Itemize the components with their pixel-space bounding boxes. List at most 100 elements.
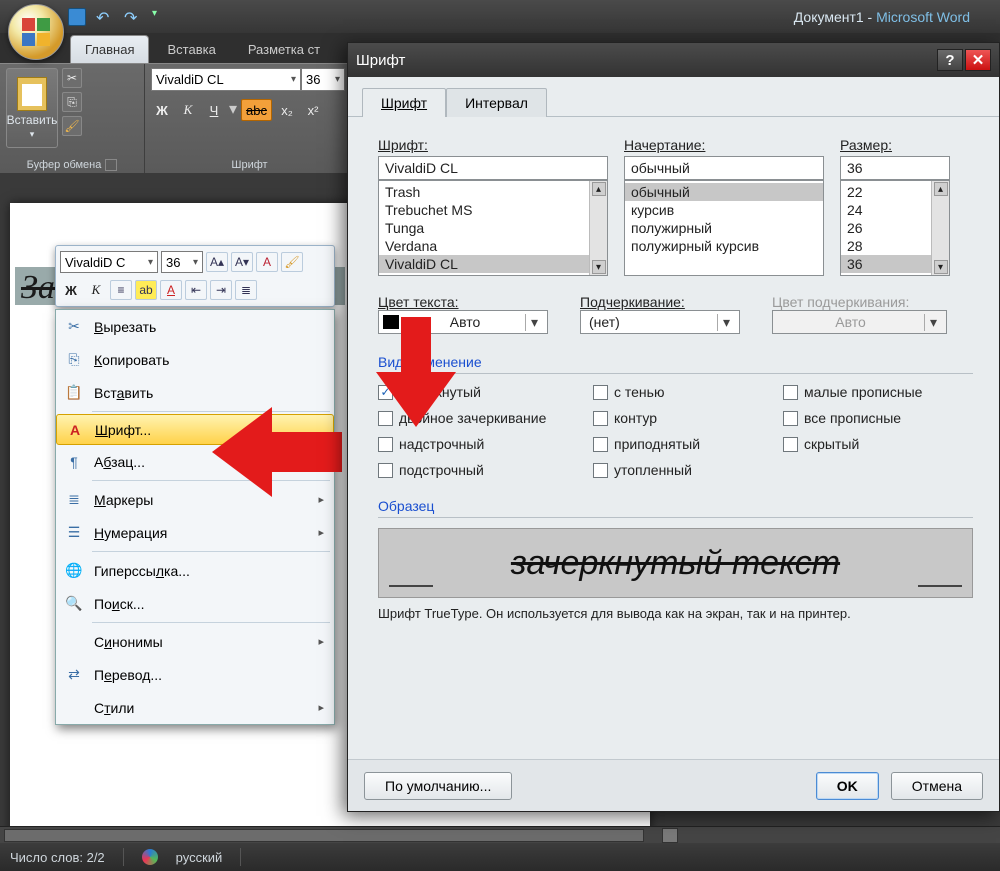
mini-font-combo[interactable]: VivaldiD C▾: [60, 251, 158, 273]
numbering-icon: ☰: [62, 522, 86, 544]
cancel-button[interactable]: Отмена: [891, 772, 983, 800]
group-clipboard: Вставить ▾ ✂ ⎘ 🖌 Буфер обмена: [0, 64, 145, 173]
paste-button[interactable]: Вставить ▾: [6, 68, 58, 148]
qat-dropdown-icon[interactable]: ▾: [152, 8, 170, 26]
quick-access-toolbar: ↶ ↷ ▾: [68, 8, 170, 26]
chk-superscript[interactable]: надстрочный: [378, 436, 593, 452]
annotation-arrow-down: [376, 317, 456, 427]
chk-emboss[interactable]: приподнятый: [593, 436, 783, 452]
translate-icon: ⇄: [62, 664, 86, 686]
bold-button[interactable]: Ж: [151, 99, 173, 121]
chk-engrave[interactable]: утопленный: [593, 462, 783, 478]
status-bar: Число слов: 2/2 русский: [0, 843, 1000, 871]
chk-allcaps[interactable]: все прописные: [783, 410, 963, 426]
ctx-translate[interactable]: ⇄Перевод...: [56, 658, 334, 691]
tab-home[interactable]: Главная: [70, 35, 149, 63]
font-style-input[interactable]: обычный: [624, 156, 824, 180]
group-font: VivaldiD CL▾ 36▾ Ж К Ч ▾ abc x₂ x² Шрифт: [145, 64, 355, 173]
scissors-icon: ✂: [62, 316, 86, 338]
superscript-button[interactable]: x²: [302, 99, 324, 121]
mini-font-color-icon[interactable]: A: [160, 280, 182, 300]
chk-smallcaps[interactable]: малые прописные: [783, 384, 963, 400]
dialog-titlebar[interactable]: Шрифт ? ✕: [348, 43, 999, 77]
subscript-button[interactable]: x₂: [276, 99, 298, 121]
close-button[interactable]: ✕: [965, 49, 991, 71]
dialog-tabs: Шрифт Интервал: [348, 77, 999, 117]
tab-insert[interactable]: Вставка: [153, 36, 229, 63]
redo-icon[interactable]: ↷: [124, 8, 142, 26]
ctx-hyperlink[interactable]: 🌐Гиперссылка...: [56, 554, 334, 587]
mini-highlight-icon[interactable]: ab: [135, 280, 157, 300]
mini-indent-inc-icon[interactable]: ⇥: [210, 280, 232, 300]
format-painter-icon[interactable]: 🖌: [62, 116, 82, 136]
font-name-combo[interactable]: VivaldiD CL▾: [151, 68, 301, 91]
mini-align-center-icon[interactable]: ≡: [110, 280, 132, 300]
mini-bold-button[interactable]: Ж: [60, 279, 82, 301]
underline-style-dropdown[interactable]: (нет)▾: [580, 310, 740, 334]
font-size-list[interactable]: 22 24 26 28 36 ▴▾: [840, 180, 950, 276]
clipboard-launcher-icon[interactable]: [105, 159, 117, 171]
chk-outline[interactable]: контур: [593, 410, 783, 426]
copy-icon[interactable]: ⎘: [62, 92, 82, 112]
copy-icon: ⎘: [62, 349, 86, 371]
ctx-cut[interactable]: ✂Вырезать: [56, 310, 334, 343]
word-count[interactable]: Число слов: 2/2: [10, 850, 105, 865]
paste-label: Вставить: [7, 113, 58, 127]
save-icon[interactable]: [68, 8, 86, 26]
ctx-synonyms[interactable]: Синонимы▸: [56, 625, 334, 658]
grow-font-icon[interactable]: A▴: [206, 252, 228, 272]
strikethrough-button[interactable]: abc: [241, 99, 272, 121]
context-menu: ✂Вырезать ⎘Копировать 📋Вставить AШрифт..…: [55, 309, 335, 725]
scroll-thumb[interactable]: [4, 829, 644, 842]
chk-subscript[interactable]: подстрочный: [378, 462, 593, 478]
font-preview: зачеркнутый текст: [378, 528, 973, 598]
effects-grid: зачеркнутый с тенью малые прописные двой…: [378, 384, 973, 478]
tab-layout[interactable]: Разметка ст: [234, 36, 334, 63]
mini-indent-dec-icon[interactable]: ⇤: [185, 280, 207, 300]
horizontal-scrollbar[interactable]: [0, 826, 1000, 843]
ok-button[interactable]: OK: [816, 772, 879, 800]
dialog-title-text: Шрифт: [356, 52, 405, 69]
bullets-icon: ≣: [62, 489, 86, 511]
mini-italic-button[interactable]: К: [85, 279, 107, 301]
ctx-copy[interactable]: ⎘Копировать: [56, 343, 334, 376]
truetype-note: Шрифт TrueType. Он используется для выво…: [378, 606, 973, 621]
cut-icon[interactable]: ✂: [62, 68, 82, 88]
underline-color-dropdown: Авто▾: [772, 310, 947, 334]
underline-button[interactable]: Ч: [203, 99, 225, 121]
paste-icon: 📋: [62, 382, 86, 404]
scrollbar[interactable]: ▴▾: [931, 181, 949, 275]
chk-hidden[interactable]: скрытый: [783, 436, 963, 452]
scroll-split-icon[interactable]: [662, 828, 678, 843]
scrollbar[interactable]: ▴▾: [589, 181, 607, 275]
tab-spacing-dialog[interactable]: Интервал: [446, 88, 547, 117]
mini-size-combo[interactable]: 36▾: [161, 251, 203, 273]
language-icon[interactable]: [142, 849, 158, 865]
font-style-list[interactable]: обычный курсив полужирный полужирный кур…: [624, 180, 824, 276]
shrink-font-icon[interactable]: A▾: [231, 252, 253, 272]
search-icon: 🔍: [62, 593, 86, 615]
ctx-styles[interactable]: Стили▸: [56, 691, 334, 724]
font-name-list[interactable]: Trash Trebuchet MS Tunga Verdana Vivaldi…: [378, 180, 608, 276]
font-size-input[interactable]: 36: [840, 156, 950, 180]
sample-section-title: Образец: [378, 498, 973, 514]
chk-shadow[interactable]: с тенью: [593, 384, 783, 400]
help-button[interactable]: ?: [937, 49, 963, 71]
mini-bullets-icon[interactable]: ≣: [235, 280, 257, 300]
label-style: Начертание:: [624, 137, 824, 153]
format-painter-mini-icon[interactable]: 🖌: [281, 252, 303, 272]
globe-icon: 🌐: [62, 560, 86, 582]
language-label[interactable]: русский: [176, 850, 223, 865]
label-underline-color: Цвет подчеркивания:: [772, 294, 947, 310]
clipboard-icon: [17, 77, 47, 111]
default-button[interactable]: По умолчанию...: [364, 772, 512, 800]
ctx-find[interactable]: 🔍Поиск...: [56, 587, 334, 620]
undo-icon[interactable]: ↶: [96, 8, 114, 26]
italic-button[interactable]: К: [177, 99, 199, 121]
tab-font-dialog[interactable]: Шрифт: [362, 88, 446, 117]
font-size-combo[interactable]: 36▾: [301, 68, 345, 91]
font-name-input[interactable]: VivaldiD CL: [378, 156, 608, 180]
change-case-icon[interactable]: A: [256, 252, 278, 272]
office-button[interactable]: [8, 4, 64, 60]
ctx-numbering[interactable]: ☰Нумерация▸: [56, 516, 334, 549]
